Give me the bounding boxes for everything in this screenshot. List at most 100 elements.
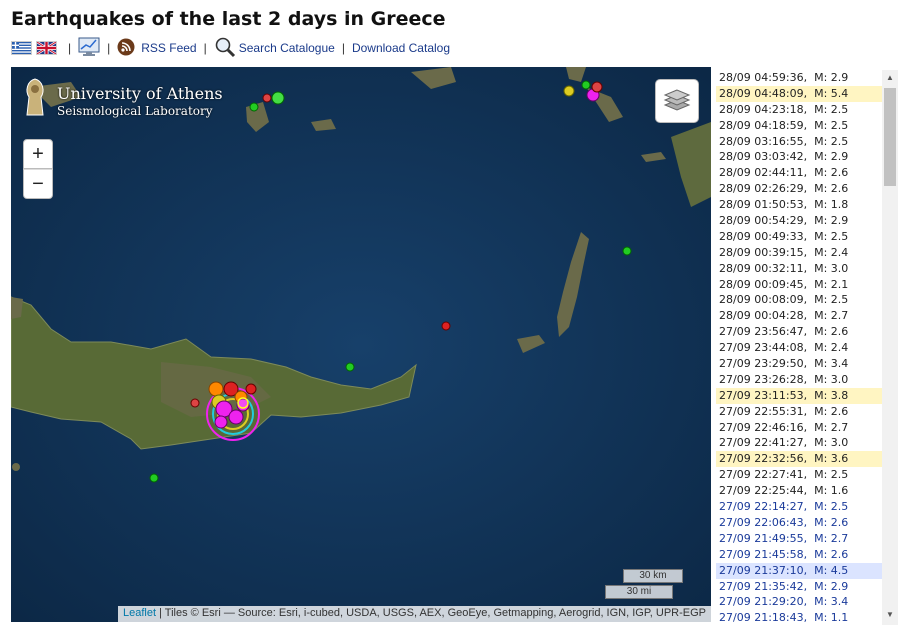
attribution-text: | Tiles © Esri — Source: Esri, i-cubed, …: [156, 607, 706, 619]
brand-university-name: University of Athens: [57, 83, 223, 103]
quake-time: 27/09 22:25:44,: [719, 484, 808, 498]
quake-list-item[interactable]: 28/09 03:16:55, M: 2.5: [716, 134, 882, 150]
quake-magnitude: M: 3.0: [814, 372, 849, 386]
quake-magnitude: M: 2.6: [814, 547, 849, 561]
quake-list-item[interactable]: 27/09 23:44:08, M: 2.4: [716, 340, 882, 356]
scroll-up-icon[interactable]: ▲: [886, 73, 894, 82]
quake-list-item[interactable]: 27/09 21:49:55, M: 2.7: [716, 531, 882, 547]
quake-time: 28/09 00:08:09,: [719, 293, 808, 307]
quake-magnitude: M: 2.7: [814, 531, 849, 545]
quake-list-item[interactable]: 27/09 21:18:43, M: 1.1: [716, 610, 882, 625]
quake-time: 27/09 22:41:27,: [719, 436, 808, 450]
quake-time: 27/09 21:18:43,: [719, 611, 808, 625]
quake-time: 28/09 01:50:53,: [719, 198, 808, 212]
search-catalogue-link[interactable]: Search Catalogue: [239, 41, 335, 55]
quake-list-item[interactable]: 28/09 00:04:28, M: 2.7: [716, 308, 882, 324]
quake-time: 28/09 00:39:15,: [719, 245, 808, 259]
monitor-chart-icon[interactable]: [78, 37, 100, 60]
quake-magnitude: M: 2.9: [814, 71, 849, 84]
quake-list-item[interactable]: 28/09 04:23:18, M: 2.5: [716, 102, 882, 118]
quake-magnitude: M: 2.9: [814, 150, 849, 164]
zoom-out-button[interactable]: −: [23, 169, 53, 199]
uk-flag-icon[interactable]: [36, 40, 57, 56]
scroll-thumb[interactable]: [884, 88, 896, 186]
quake-list[interactable]: 28/09 04:59:36, M: 2.9 28/09 04:48:09, M:…: [716, 70, 882, 625]
greek-flag-icon[interactable]: [11, 41, 32, 55]
rss-feed-link[interactable]: RSS Feed: [141, 41, 196, 55]
layers-icon: [663, 86, 691, 117]
quake-magnitude: M: 5.4: [814, 86, 849, 100]
quake-time: 28/09 02:44:11,: [719, 166, 808, 180]
quake-list-item[interactable]: 27/09 23:56:47, M: 2.6: [716, 324, 882, 340]
quake-magnitude: M: 2.9: [814, 579, 849, 593]
quake-magnitude: M: 2.6: [814, 166, 849, 180]
quake-list-item[interactable]: 27/09 22:46:16, M: 2.7: [716, 420, 882, 436]
quake-magnitude: M: 2.5: [814, 500, 849, 514]
quake-list-item[interactable]: 28/09 02:26:29, M: 2.6: [716, 181, 882, 197]
quake-list-item[interactable]: 28/09 04:18:59, M: 2.5: [716, 118, 882, 134]
quake-magnitude: M: 3.0: [814, 436, 849, 450]
toolbar-separator: |: [68, 41, 72, 55]
quake-list-item[interactable]: 28/09 04:48:09, M: 5.4: [716, 85, 882, 102]
quake-magnitude: M: 2.9: [814, 214, 849, 228]
zoom-in-button[interactable]: +: [23, 139, 53, 169]
quake-time: 27/09 23:56:47,: [719, 325, 808, 339]
quake-list-item[interactable]: 28/09 00:08:09, M: 2.5: [716, 292, 882, 308]
rss-icon[interactable]: [117, 38, 135, 59]
map-attribution: Leaflet | Tiles © Esri — Source: Esri, i…: [118, 606, 711, 622]
earthquake-map[interactable]: University of Athens Seismological Labor…: [11, 67, 711, 622]
quake-magnitude: M: 3.6: [814, 452, 849, 466]
quake-list-item[interactable]: 28/09 00:54:29, M: 2.9: [716, 213, 882, 229]
quake-list-item[interactable]: 28/09 00:32:11, M: 3.0: [716, 261, 882, 277]
quake-list-item[interactable]: 27/09 21:35:42, M: 2.9: [716, 579, 882, 595]
quake-list-item[interactable]: 27/09 21:29:20, M: 3.4: [716, 594, 882, 610]
leaflet-link[interactable]: Leaflet: [123, 607, 156, 619]
quake-list-item[interactable]: 28/09 00:39:15, M: 2.4: [716, 245, 882, 261]
magnifier-icon[interactable]: [214, 36, 236, 61]
quake-magnitude: M: 2.5: [814, 293, 849, 307]
quake-list-item[interactable]: 28/09 04:59:36, M: 2.9: [716, 70, 882, 86]
quake-time: 27/09 22:06:43,: [719, 515, 808, 529]
layers-button[interactable]: [655, 79, 699, 123]
map-scale: 30 km 30 mi: [605, 569, 683, 599]
quake-magnitude: M: 2.7: [814, 309, 849, 323]
quake-magnitude: M: 3.8: [814, 388, 849, 402]
quake-magnitude: M: 2.6: [814, 404, 849, 418]
scale-km: 30 km: [623, 569, 683, 583]
quake-list-scrollbar[interactable]: ▲ ▼: [882, 70, 898, 625]
athena-logo-icon: [21, 77, 49, 124]
quake-list-item[interactable]: 27/09 21:37:10, M: 4.5: [716, 562, 882, 579]
quake-list-item[interactable]: 27/09 22:27:41, M: 2.5: [716, 467, 882, 483]
quake-list-item[interactable]: 28/09 00:49:33, M: 2.5: [716, 229, 882, 245]
quake-time: 27/09 21:45:58,: [719, 547, 808, 561]
quake-list-item[interactable]: 28/09 02:44:11, M: 2.6: [716, 165, 882, 181]
toolbar-separator: |: [341, 41, 345, 55]
quake-list-item[interactable]: 27/09 22:41:27, M: 3.0: [716, 435, 882, 451]
quake-list-item[interactable]: 28/09 01:50:53, M: 1.8: [716, 197, 882, 213]
quake-list-item[interactable]: 27/09 23:26:28, M: 3.0: [716, 372, 882, 388]
quake-list-item[interactable]: 27/09 22:25:44, M: 1.6: [716, 483, 882, 499]
quake-time: 27/09 21:29:20,: [719, 595, 808, 609]
quake-list-item[interactable]: 27/09 23:29:50, M: 3.4: [716, 356, 882, 372]
quake-time: 27/09 23:29:50,: [719, 357, 808, 371]
quake-magnitude: M: 1.6: [814, 484, 849, 498]
quake-magnitude: M: 2.1: [814, 277, 849, 291]
brand-lab-name: Seismological Laboratory: [57, 103, 213, 118]
quake-list-item[interactable]: 27/09 22:06:43, M: 2.6: [716, 515, 882, 531]
university-brand: University of Athens Seismological Labor…: [21, 77, 223, 124]
quake-list-item[interactable]: 27/09 21:45:58, M: 2.6: [716, 547, 882, 563]
quake-time: 27/09 22:55:31,: [719, 404, 808, 418]
scroll-down-icon[interactable]: ▼: [886, 610, 894, 619]
quake-time: 28/09 02:26:29,: [719, 182, 808, 196]
quake-list-item[interactable]: 28/09 00:09:45, M: 2.1: [716, 277, 882, 293]
quake-time: 28/09 03:16:55,: [719, 134, 808, 148]
quake-time: 27/09 23:11:53,: [719, 388, 808, 402]
download-catalog-link[interactable]: Download Catalog: [352, 41, 450, 55]
quake-time: 27/09 23:26:28,: [719, 372, 808, 386]
quake-list-item[interactable]: 27/09 23:11:53, M: 3.8: [716, 387, 882, 404]
quake-list-item[interactable]: 27/09 22:32:56, M: 3.6: [716, 451, 882, 468]
quake-list-item[interactable]: 27/09 22:55:31, M: 2.6: [716, 404, 882, 420]
quake-list-item[interactable]: 28/09 03:03:42, M: 2.9: [716, 149, 882, 165]
toolbar: | | RSS Feed | Search Catalogue | Downlo…: [11, 37, 450, 59]
quake-list-item[interactable]: 27/09 22:14:27, M: 2.5: [716, 499, 882, 515]
